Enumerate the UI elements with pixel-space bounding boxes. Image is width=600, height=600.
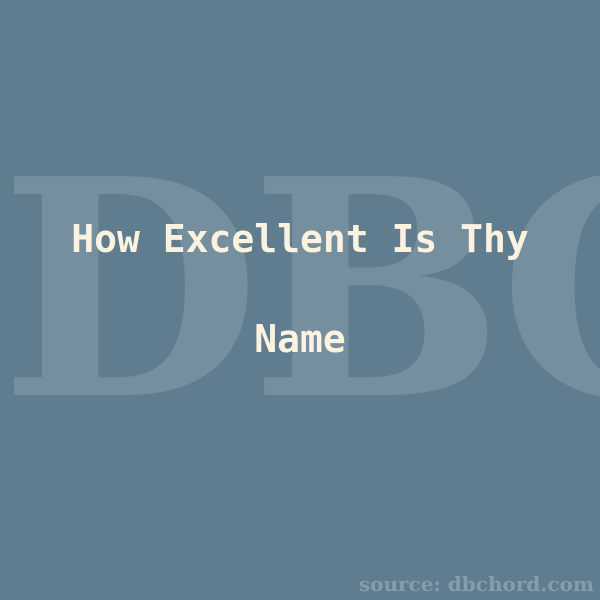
song-title: How Excellent Is Thy Name [0,220,600,358]
source-credit: source: dbchord.com [358,572,594,596]
song-title-line-2: Name [254,317,346,361]
song-title-card: DBC How Excellent Is Thy Name source: db… [0,0,600,600]
song-title-line-1: How Excellent Is Thy [71,217,529,261]
